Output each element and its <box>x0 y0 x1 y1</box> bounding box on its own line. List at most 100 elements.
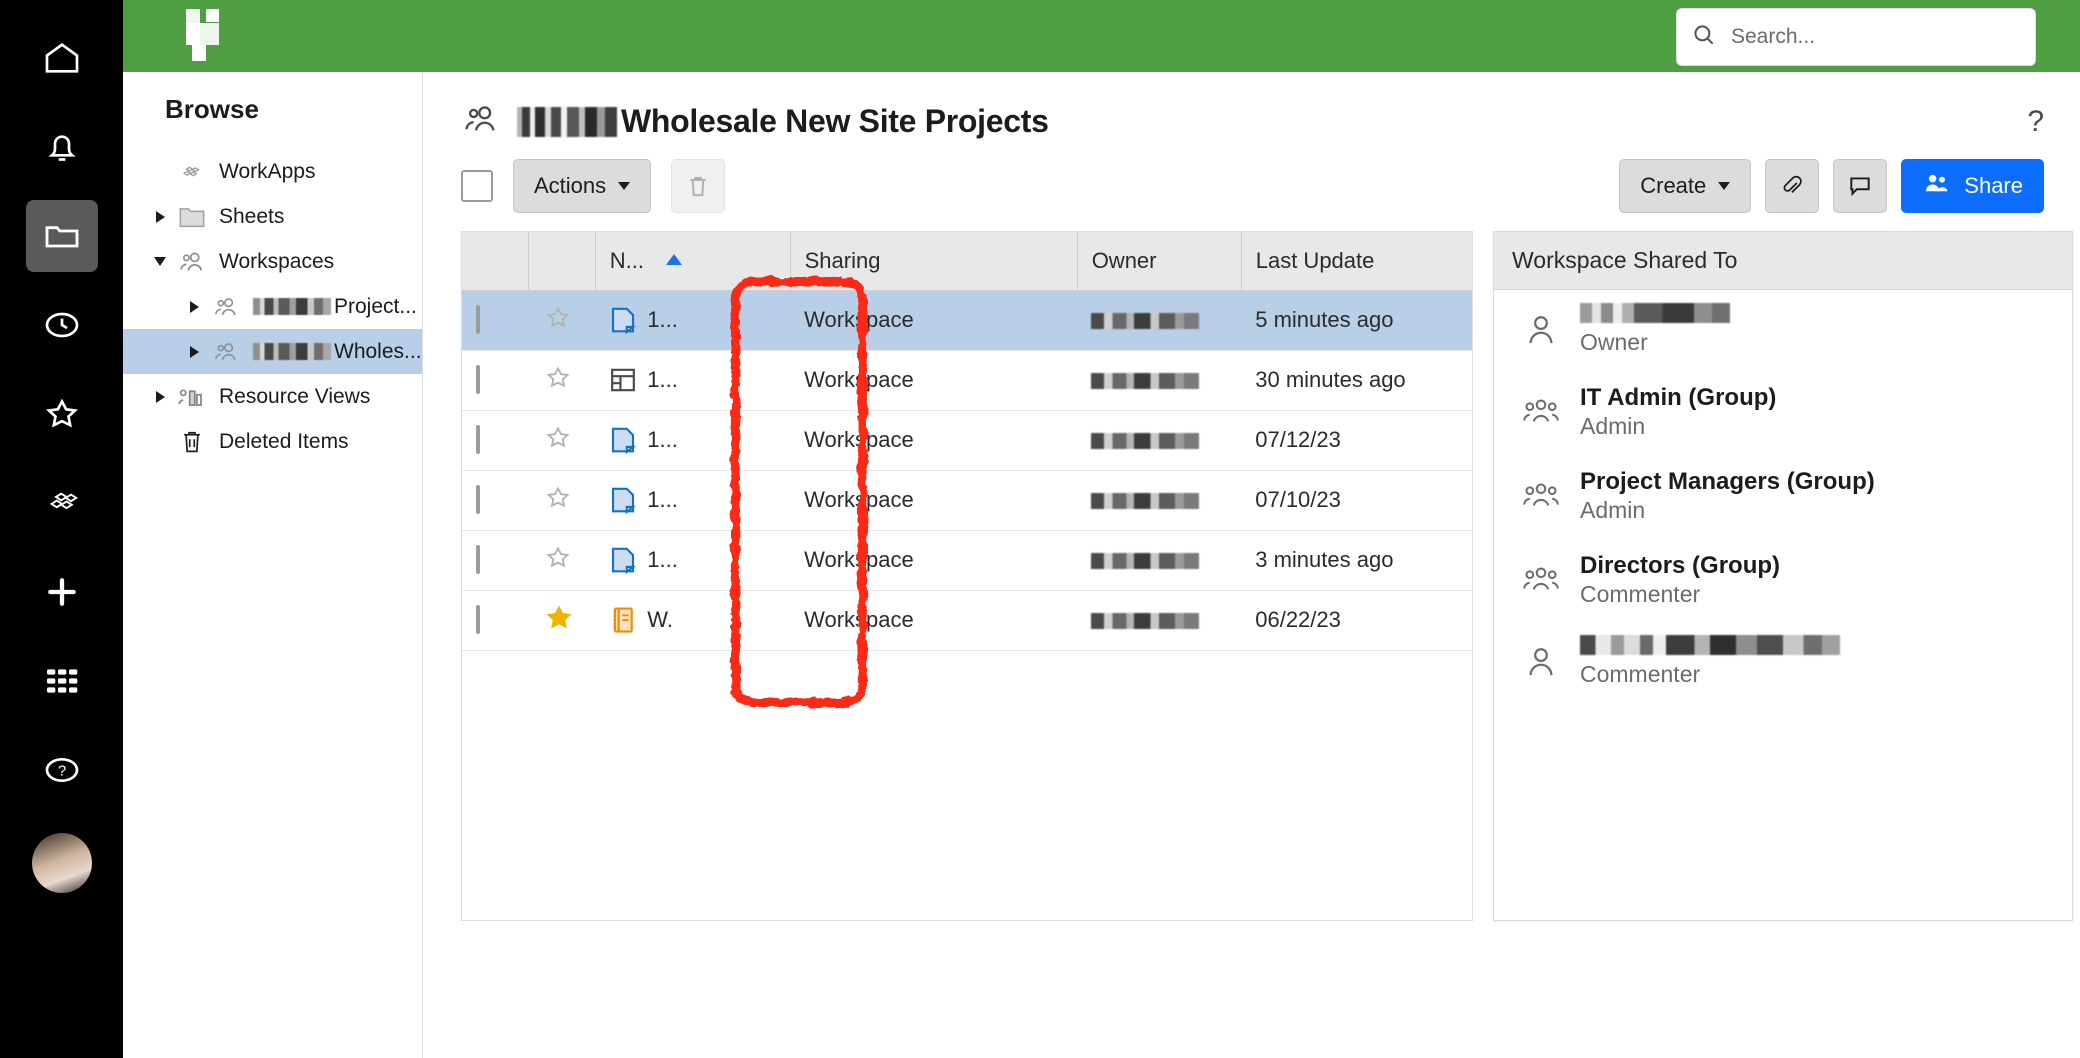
th-last-update[interactable]: Last Update <box>1241 232 1472 291</box>
apps-grid-icon[interactable] <box>26 645 98 717</box>
browse-folder-icon[interactable] <box>25 200 98 272</box>
chevron-right-icon[interactable] <box>151 210 169 223</box>
sidebar-item-project-workspace[interactable]: Project... <box>123 284 422 329</box>
row-favorite-cell[interactable] <box>528 590 596 651</box>
redacted-owner <box>1091 613 1200 629</box>
sidebar-item-workapps[interactable]: WorkApps <box>123 149 422 194</box>
row-sharing-cell: Workspace <box>790 470 1078 531</box>
row-name-label: 1... <box>647 367 678 392</box>
row-checkbox-cell[interactable] <box>462 470 529 531</box>
shared-entry-role: Admin <box>1580 413 1646 440</box>
sidebar-item-deleted-items[interactable]: Deleted Items <box>123 419 422 464</box>
row-checkbox[interactable] <box>476 605 480 634</box>
row-name-label: 1... <box>647 307 678 332</box>
left-icon-rail: ? <box>0 0 123 1058</box>
table-row[interactable]: 1... Workspace 30 minutes ago <box>462 350 1472 411</box>
chevron-down-icon[interactable] <box>151 257 169 266</box>
content-toolbar: Actions Create Share <box>423 141 2080 213</box>
create-button[interactable]: Create <box>1619 159 1752 213</box>
row-checkbox[interactable] <box>476 425 480 454</box>
row-checkbox-cell[interactable] <box>462 350 529 411</box>
home-icon[interactable] <box>26 22 98 94</box>
folder-icon <box>175 204 209 230</box>
shared-entry[interactable]: Directors (Group) Commenter <box>1494 538 2072 622</box>
row-checkbox-cell[interactable] <box>462 290 529 351</box>
notifications-bell-icon[interactable] <box>26 111 98 183</box>
sheet-icon <box>612 427 637 455</box>
redacted-owner <box>1091 313 1200 329</box>
shared-entry-role: Admin <box>1580 497 1646 524</box>
row-name-cell[interactable]: W. <box>595 590 791 651</box>
trash-icon <box>175 428 209 455</box>
row-favorite-cell[interactable] <box>528 350 596 411</box>
sidebar-item-label: WorkApps <box>219 159 316 183</box>
shared-entry[interactable]: Project Managers (Group) Admin <box>1494 454 2072 538</box>
row-name-cell[interactable]: 1... <box>595 410 791 471</box>
redacted-text <box>253 298 331 315</box>
select-all-checkbox[interactable] <box>461 170 493 202</box>
star-outline-icon <box>546 545 570 567</box>
delete-button[interactable] <box>671 159 726 213</box>
row-checkbox-cell[interactable] <box>462 410 529 471</box>
row-favorite-cell[interactable] <box>528 470 596 531</box>
recents-clock-icon[interactable] <box>26 289 98 361</box>
chevron-right-icon[interactable] <box>185 300 203 313</box>
person-icon <box>1516 644 1566 680</box>
shared-entry[interactable]: Owner <box>1494 290 2072 370</box>
favorites-star-icon[interactable] <box>26 378 98 450</box>
row-favorite-cell[interactable] <box>528 410 596 471</box>
row-checkbox-cell[interactable] <box>462 530 529 591</box>
row-name-label: 1... <box>647 547 678 572</box>
sidebar-item-workspaces[interactable]: Workspaces <box>123 239 422 284</box>
smartsheet-logo-icon[interactable] <box>178 5 236 67</box>
shared-entry[interactable]: Commenter <box>1494 622 2072 702</box>
row-checkbox[interactable] <box>476 545 480 574</box>
table-row[interactable]: 1... Workspace 3 minutes ago <box>462 530 1472 591</box>
table-row[interactable]: W. Workspace 06/22/23 <box>462 590 1472 651</box>
group-icon <box>1516 396 1566 428</box>
star-outline-icon <box>546 425 570 447</box>
chevron-down-icon <box>1718 182 1731 190</box>
shared-entry[interactable]: IT Admin (Group) Admin <box>1494 370 2072 454</box>
workapps-icon <box>175 159 209 185</box>
user-avatar[interactable] <box>31 833 92 893</box>
chevron-right-icon[interactable] <box>151 390 169 403</box>
help-question-icon[interactable]: ? <box>2027 105 2044 139</box>
table-row[interactable]: 1... Workspace 07/12/23 <box>462 410 1472 471</box>
actions-button[interactable]: Actions <box>513 159 652 213</box>
th-name[interactable]: N... <box>595 232 791 291</box>
row-name-cell[interactable]: 1... <box>595 290 791 351</box>
row-checkbox[interactable] <box>476 305 480 334</box>
search-input[interactable] <box>1731 25 2021 49</box>
sidebar-item-wholesale-workspace[interactable]: Wholes... <box>123 329 422 374</box>
sidebar-item-resource-views[interactable]: Resource Views <box>123 374 422 419</box>
row-last-update-cell: 30 minutes ago <box>1241 350 1472 411</box>
th-sharing[interactable]: Sharing <box>790 232 1078 291</box>
row-favorite-cell[interactable] <box>528 530 596 591</box>
star-outline-icon <box>546 365 570 387</box>
row-favorite-cell[interactable] <box>528 290 596 351</box>
workapps-icon[interactable] <box>26 467 98 539</box>
redacted-owner <box>1091 553 1200 569</box>
row-last-update-cell: 06/22/23 <box>1241 590 1472 651</box>
attachment-button[interactable] <box>1765 159 1820 213</box>
row-name-cell[interactable]: 1... <box>595 350 791 411</box>
global-search-box[interactable] <box>1676 8 2036 66</box>
share-button[interactable]: Share <box>1901 159 2044 213</box>
row-sharing-cell: Workspace <box>790 350 1078 411</box>
row-checkbox-cell[interactable] <box>462 590 529 651</box>
row-name-cell[interactable]: 1... <box>595 530 791 591</box>
search-icon <box>1691 22 1717 53</box>
row-checkbox[interactable] <box>476 365 480 394</box>
row-name-cell[interactable]: 1... <box>595 470 791 531</box>
create-plus-icon[interactable] <box>26 556 98 628</box>
row-checkbox[interactable] <box>476 485 480 514</box>
help-circle-icon[interactable]: ? <box>26 734 98 806</box>
sidebar-item-sheets[interactable]: Sheets <box>123 194 422 239</box>
workspace-shared-to-panel: Workspace Shared To Owner IT Admin (Grou… <box>1493 231 2073 921</box>
table-row[interactable]: 1... Workspace 5 minutes ago <box>462 290 1472 351</box>
th-owner[interactable]: Owner <box>1077 232 1242 291</box>
chevron-right-icon[interactable] <box>185 345 203 358</box>
table-row[interactable]: 1... Workspace 07/10/23 <box>462 470 1472 531</box>
comments-button[interactable] <box>1833 159 1888 213</box>
